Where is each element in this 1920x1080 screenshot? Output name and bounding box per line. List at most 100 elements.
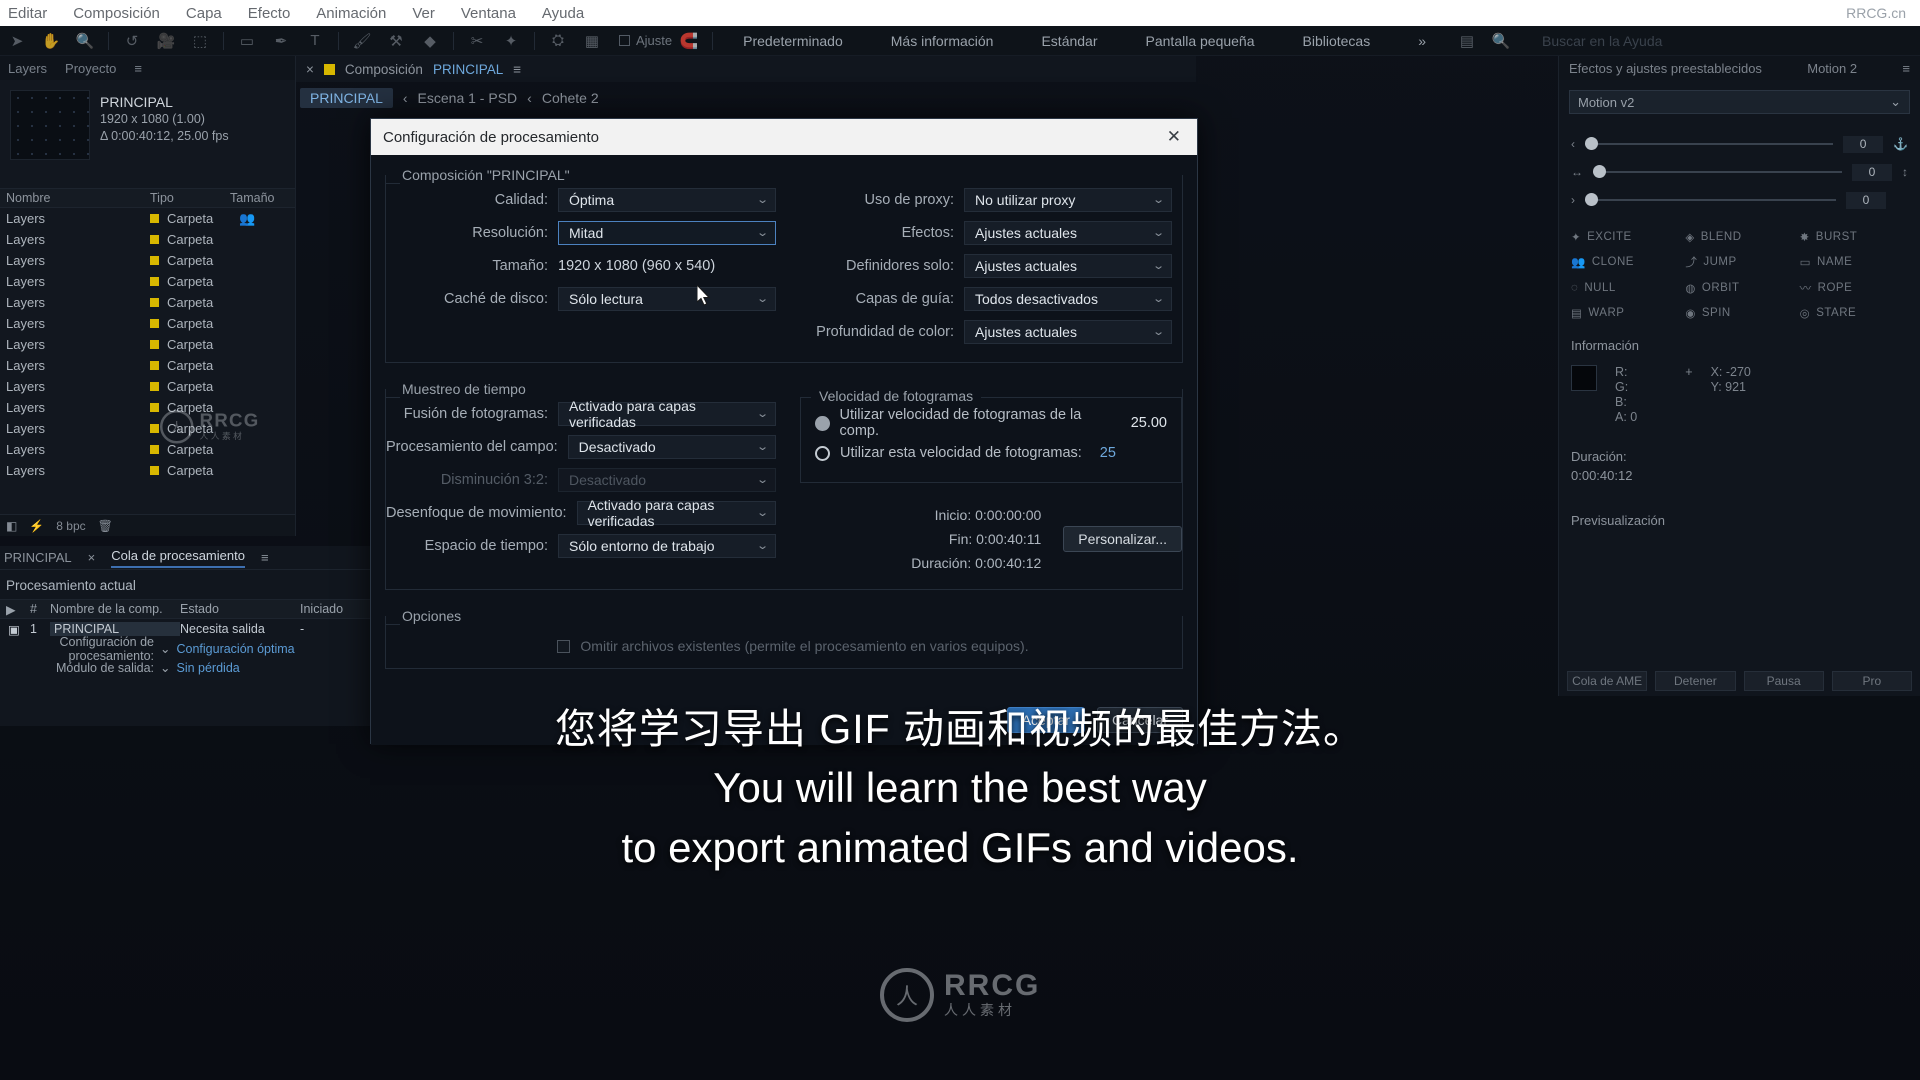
motion-button-name[interactable]: ▭ NAME	[1800, 254, 1908, 270]
slider-track-3[interactable]	[1585, 193, 1836, 206]
column-tamano[interactable]: Tamaño	[230, 191, 274, 205]
interpret-footage-icon[interactable]: ⚡	[29, 519, 44, 533]
search-icon[interactable]: 🔍	[1484, 32, 1518, 50]
menu-item-ayuda[interactable]: Ayuda	[542, 5, 584, 22]
menu-item-ver[interactable]: Ver	[412, 5, 435, 22]
workspace-pantalla-pequena[interactable]: Pantalla pequeña	[1122, 33, 1279, 49]
motion-button-spin[interactable]: ◉ SPIN	[1685, 306, 1793, 320]
workspace-bibliotecas[interactable]: Bibliotecas	[1279, 33, 1395, 49]
field-procesamiento-del-campo-select[interactable]: Desactivado ⌄	[567, 434, 776, 459]
comp-tab-name[interactable]: PRINCIPAL	[433, 62, 503, 77]
tab-efectos-ajustes[interactable]: Efectos y ajustes preestablecidos	[1569, 61, 1762, 76]
arrows-horizontal-icon[interactable]: ↔	[1571, 165, 1583, 179]
panel-menu-icon[interactable]: ≡	[134, 61, 142, 76]
motion-button-warp[interactable]: ▤ WARP	[1571, 306, 1679, 320]
project-row[interactable]: Layers Carpeta	[0, 313, 295, 334]
workspace-overflow-icon[interactable]: »	[1394, 33, 1450, 49]
framerate-custom-value[interactable]: 25	[1092, 445, 1116, 461]
layout-icon[interactable]: ▤	[1450, 32, 1484, 50]
field-profundidad-de-color-select[interactable]: Ajustes actuales ⌄	[964, 319, 1172, 344]
framerate-option-comp[interactable]: Utilizar velocidad de fotogramas de la c…	[815, 407, 1167, 439]
chevron-right-icon[interactable]: ›	[1571, 193, 1575, 207]
field-resolucion-select[interactable]: Mitad ⌄	[558, 220, 776, 245]
field-desenfoque-de-movimiento-select[interactable]: Activado para capas verificadas ⌄	[576, 497, 776, 529]
project-row[interactable]: Layers Carpeta	[0, 250, 295, 271]
slider-row-1[interactable]: ‹ 0 ⚓	[1571, 130, 1908, 158]
menu-item-composicion[interactable]: Composición	[73, 5, 160, 22]
field-definidores-solo-select[interactable]: Ajustes actuales ⌄	[964, 253, 1172, 278]
right-panel-menu-icon[interactable]: ≡	[1902, 61, 1910, 76]
column-nombre[interactable]: Nombre	[0, 191, 150, 205]
zoom-icon[interactable]: 🔍	[68, 32, 102, 50]
grid-icon[interactable]: ▦	[575, 32, 609, 50]
text-icon[interactable]: T	[298, 32, 332, 49]
radio-comp-framerate[interactable]	[815, 415, 830, 431]
motion-button-jump[interactable]: ⤴ JUMP	[1685, 254, 1793, 270]
tab-principal[interactable]: PRINCIPAL	[4, 550, 72, 565]
motion-button-blend[interactable]: ◈ BLEND	[1685, 230, 1793, 244]
breadcrumb-current[interactable]: PRINCIPAL	[300, 88, 393, 108]
render-queue-menu-icon[interactable]: ≡	[261, 550, 269, 565]
chevron-left-icon[interactable]: ‹	[1571, 137, 1575, 151]
brush-icon[interactable]: 🖌	[345, 32, 379, 50]
close-icon[interactable]: ✕	[1163, 127, 1185, 147]
field-fusi-n-de-fotogramas-select[interactable]: Activado para capas verificadas ⌄	[558, 398, 776, 430]
tab-layers[interactable]: Layers	[8, 61, 47, 76]
radio-custom-framerate[interactable]	[815, 445, 830, 461]
field-calidad-select[interactable]: Óptima ⌄	[558, 187, 776, 212]
slider-track-2[interactable]	[1593, 165, 1842, 178]
workspace-estandar[interactable]: Estándar	[1017, 33, 1121, 49]
color-depth-icon[interactable]: ◧	[6, 519, 17, 533]
skip-existing-checkbox[interactable]	[557, 639, 571, 653]
framerate-option-custom[interactable]: Utilizar esta velocidad de fotogramas: 2…	[815, 438, 1167, 468]
menu-item-ventana[interactable]: Ventana	[461, 5, 516, 22]
slider-knob-2[interactable]	[1593, 165, 1606, 178]
anchor-icon[interactable]: ⚓	[1893, 137, 1908, 151]
field-efectos-select[interactable]: Ajustes actuales ⌄	[964, 220, 1172, 245]
field-espacio-de-tiempo-select[interactable]: Sólo entorno de trabajo ⌄	[558, 533, 776, 558]
chevron-down-icon[interactable]: ⌄	[1890, 94, 1901, 110]
output-module-value[interactable]: Sin pérdida	[170, 661, 239, 675]
field-cache-de-disco-select[interactable]: Sólo lectura ⌄	[558, 286, 776, 311]
menu-item-efecto[interactable]: Efecto	[248, 5, 291, 22]
motion-button-rope[interactable]: 〰 ROPE	[1800, 280, 1908, 296]
arrows-vertical-icon[interactable]: ↕	[1902, 165, 1908, 179]
comp-panel-menu-icon[interactable]: ≡	[513, 62, 521, 77]
customize-button[interactable]: Personalizar...	[1063, 526, 1182, 552]
slider-row-2[interactable]: ↔ 0 ↕	[1571, 158, 1908, 186]
menu-item-animacion[interactable]: Animación	[316, 5, 386, 22]
help-search-placeholder[interactable]: Buscar en la Ayuda	[1518, 33, 1686, 49]
ame-queue-button[interactable]: Cola de AME	[1567, 671, 1648, 691]
stop-button[interactable]: Detener	[1655, 671, 1736, 691]
presets-search-input[interactable]: Motion v2 ⌄	[1569, 90, 1910, 114]
column-iniciado[interactable]: Iniciado	[300, 602, 343, 616]
column-tipo[interactable]: Tipo	[150, 191, 230, 205]
motion-button-orbit[interactable]: ◍ ORBIT	[1685, 280, 1793, 296]
tab-motion2[interactable]: Motion 2	[1807, 61, 1857, 76]
slider-track-1[interactable]	[1585, 137, 1834, 150]
slider-value-2[interactable]: 0	[1852, 163, 1892, 181]
arrow-icon[interactable]: ➤	[0, 32, 34, 50]
slider-row-3[interactable]: › 0	[1571, 186, 1908, 214]
motion-button-stare[interactable]: ◎ STARE	[1800, 306, 1908, 320]
snap-magnet-icon[interactable]: 🧲	[672, 32, 706, 50]
clone-stamp-icon[interactable]: ⚒	[379, 32, 413, 50]
close-icon[interactable]: ×	[88, 550, 96, 565]
motion-button-null[interactable]: ◌ NULL	[1571, 280, 1679, 296]
menu-item-capa[interactable]: Capa	[186, 5, 222, 22]
project-row[interactable]: Layers Carpeta	[0, 271, 295, 292]
pen-icon[interactable]: ✒	[264, 32, 298, 50]
tab-proyecto[interactable]: Proyecto	[65, 61, 116, 76]
column-estado[interactable]: Estado	[180, 602, 300, 616]
rotate-icon[interactable]: ↺	[115, 32, 149, 50]
hand-icon[interactable]: ✋	[34, 32, 68, 50]
pan-behind-icon[interactable]: ⬚	[183, 32, 217, 50]
project-row[interactable]: Layers Carpeta	[0, 460, 295, 481]
project-row[interactable]: Layers Carpeta	[0, 355, 295, 376]
breadcrumb-item-escena[interactable]: Escena 1 - PSD	[418, 90, 518, 106]
eraser-icon[interactable]: ◆	[413, 32, 447, 50]
roto-brush-icon[interactable]: ✂	[460, 32, 494, 50]
project-row[interactable]: Layers Carpeta	[0, 334, 295, 355]
skip-existing-checkbox-row[interactable]: Omitir archivos existentes (permite el p…	[386, 624, 1182, 654]
render-button[interactable]: Pro	[1831, 671, 1912, 691]
